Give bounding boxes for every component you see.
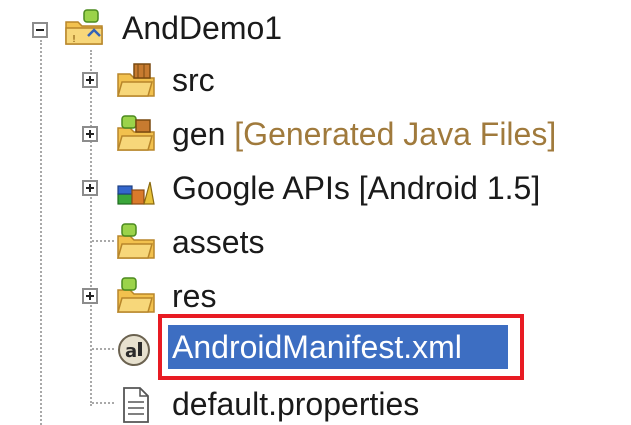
tree-item-google-apis-label[interactable]: Google APIs [Android 1.5] (172, 168, 540, 208)
source-package-folder-icon (117, 63, 155, 97)
expand-toggle-google-apis[interactable] (82, 180, 98, 196)
tree-item-assets-label[interactable]: assets (172, 222, 264, 262)
folder-icon (117, 277, 155, 313)
tree-item-gen-name: gen (172, 116, 226, 152)
tree-root-label[interactable]: AndDemo1 (122, 8, 282, 48)
properties-file-icon (123, 387, 149, 423)
tree-connector-assets (92, 240, 114, 242)
android-project-icon: ! (65, 9, 103, 45)
expand-toggle-gen[interactable] (82, 126, 98, 142)
folder-icon (117, 223, 155, 259)
svg-text:!: ! (72, 34, 76, 45)
expand-toggle-src[interactable] (82, 72, 98, 88)
project-explorer-tree: ! AndDemo1 src gen [Generated Java Files… (0, 0, 631, 425)
tree-item-res-label[interactable]: res (172, 276, 216, 316)
expand-toggle-res[interactable] (82, 288, 98, 304)
tree-item-src-label[interactable]: src (172, 60, 215, 100)
tree-item-android-manifest-label[interactable]: AndroidManifest.xml (172, 327, 462, 367)
tree-item-gen-label[interactable]: gen [Generated Java Files] (172, 114, 556, 154)
tree-item-gen-decoration: [Generated Java Files] (234, 116, 557, 152)
library-container-icon (117, 181, 155, 205)
tree-guide-line-root (40, 40, 42, 425)
generated-source-folder-icon (117, 115, 155, 151)
tree-connector-properties (92, 402, 114, 404)
android-manifest-icon: a (118, 334, 150, 366)
tree-guide-line-children (90, 50, 92, 406)
tree-item-default-properties-label[interactable]: default.properties (172, 384, 419, 424)
svg-text:a: a (125, 341, 137, 362)
collapse-toggle-root[interactable] (32, 22, 48, 38)
tree-connector-manifest (92, 348, 114, 350)
